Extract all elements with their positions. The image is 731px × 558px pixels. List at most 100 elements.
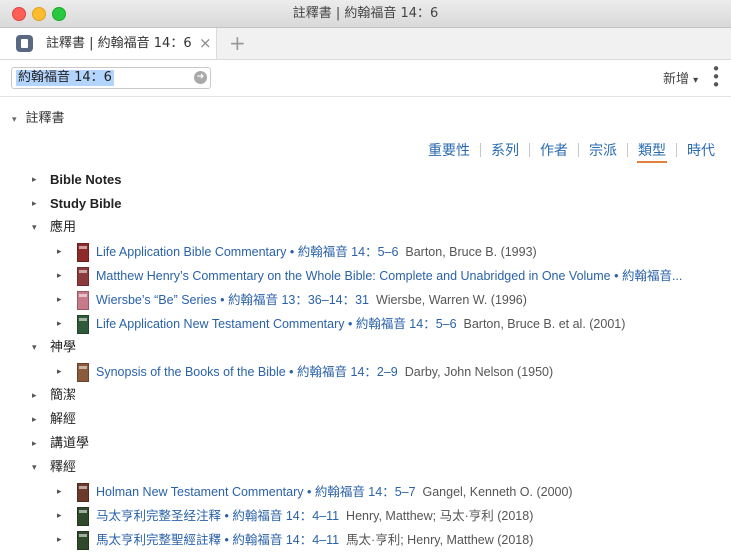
resource-row[interactable]: ▸ 馬太亨利完整聖經註釋 • 約翰福音 14：4–11 馬太·亨利; Henry,… [0, 528, 731, 552]
sort-option[interactable]: 系列 [490, 140, 520, 161]
section-header[interactable]: ▾ 註釋書 [12, 107, 65, 126]
category-label: 神學 [50, 340, 77, 355]
resource-title-link[interactable]: Wiersbe’s “Be” Series • 約翰福音 13：36–14：31… [96, 288, 713, 312]
go-arrow-icon[interactable]: ➜ [194, 71, 207, 84]
bullet-separator: • [285, 365, 298, 379]
passage-reference[interactable]: 約翰福音 14：5–7 [315, 485, 416, 499]
resource-title[interactable]: Holman New Testament Commentary [96, 485, 303, 499]
category-row[interactable]: ▾ 應用 [0, 216, 731, 240]
disclosure-expanded-icon[interactable]: ▾ [32, 336, 37, 360]
disclosure-collapsed-icon[interactable]: ▸ [57, 480, 62, 504]
category-label: 解經 [50, 412, 77, 427]
resource-row[interactable]: ▸ Life Application Bible Commentary • 約翰福… [0, 240, 731, 264]
category-row[interactable]: ▸ Study Bible [0, 192, 731, 216]
book-cover-icon [77, 291, 89, 310]
commentary-panel-icon [16, 35, 33, 52]
category-label: Bible Notes [50, 172, 122, 187]
resource-title[interactable]: 馬太亨利完整聖經註釋 [96, 533, 221, 547]
passage-reference[interactable]: 約翰福音 14：4–11 [232, 533, 339, 547]
resource-title[interactable]: 马太亨利完整圣经注释 [96, 509, 221, 523]
title-bar: 註釋書 | 約翰福音 14：6 [0, 0, 731, 28]
bullet-separator: • [303, 485, 315, 499]
sort-option[interactable]: 重要性 [427, 140, 471, 161]
disclosure-triangle-icon[interactable]: ▾ [12, 115, 17, 125]
resource-title[interactable]: Life Application New Testament Commentar… [96, 317, 345, 331]
resource-row[interactable]: ▸ Synopsis of the Books of the Bible • 約翰… [0, 360, 731, 384]
disclosure-collapsed-icon[interactable]: ▸ [57, 504, 62, 528]
disclosure-collapsed-icon[interactable]: ▸ [57, 264, 62, 288]
resource-row[interactable]: ▸ Wiersbe’s “Be” Series • 約翰福音 13：36–14：3… [0, 288, 731, 312]
sort-option[interactable]: 類型 [637, 140, 667, 163]
passage-reference[interactable]: 約翰福音 14：5–6 [356, 317, 457, 331]
resource-title[interactable]: Life Application Bible Commentary [96, 245, 286, 259]
disclosure-collapsed-icon[interactable]: ▸ [32, 192, 37, 216]
close-window-button[interactable] [12, 7, 26, 21]
resource-title-link[interactable]: 馬太亨利完整聖經註釋 • 約翰福音 14：4–11 馬太·亨利; Henry, … [96, 528, 713, 552]
category-row[interactable]: ▸ 講道學 [0, 432, 731, 456]
category-row[interactable]: ▸ 簡潔 [0, 384, 731, 408]
tab-bar: 註釋書 | 約翰福音 14：6 × + [0, 28, 731, 60]
bullet-separator: • [221, 509, 233, 523]
book-cover-icon [77, 507, 89, 526]
resource-title-link[interactable]: 马太亨利完整圣经注释 • 約翰福音 14：4–11 Henry, Matthew… [96, 504, 713, 528]
resource-title-link[interactable]: Synopsis of the Books of the Bible • 約翰福… [96, 360, 713, 384]
disclosure-collapsed-icon[interactable]: ▸ [32, 168, 37, 192]
resource-title-link[interactable]: Holman New Testament Commentary • 約翰福音 1… [96, 480, 713, 504]
disclosure-collapsed-icon[interactable]: ▸ [57, 528, 62, 552]
resource-title-link[interactable]: Life Application Bible Commentary • 約翰福音… [96, 240, 713, 264]
category-row[interactable]: ▸ Bible Notes [0, 168, 731, 192]
resource-title-link[interactable]: Life Application New Testament Commentar… [96, 312, 713, 336]
resource-author: Gangel, Kenneth O. (2000) [415, 485, 573, 499]
category-label: 釋經 [50, 460, 77, 475]
disclosure-collapsed-icon[interactable]: ▸ [32, 384, 37, 408]
tab-commentaries[interactable]: 註釋書 | 約翰福音 14：6 × [0, 28, 217, 59]
sort-option[interactable]: 時代 [686, 140, 716, 161]
resource-row[interactable]: ▸ Life Application New Testament Commenta… [0, 312, 731, 336]
resource-row[interactable]: ▸ Matthew Henry’s Commentary on the Whole… [0, 264, 731, 288]
new-tab-button[interactable]: + [229, 28, 246, 59]
book-cover-icon [77, 363, 89, 382]
resource-title[interactable]: Wiersbe’s “Be” Series [96, 293, 217, 307]
disclosure-collapsed-icon[interactable]: ▸ [57, 360, 62, 384]
sort-option[interactable]: 作者 [539, 140, 569, 161]
disclosure-collapsed-icon[interactable]: ▸ [57, 288, 62, 312]
book-cover-icon [77, 531, 89, 550]
sort-options-bar: 重要性 系列 作者 宗派 類型 時代 [427, 140, 716, 163]
passage-reference[interactable]: 約翰福音 14：2–9 [297, 365, 398, 379]
reference-input-value[interactable]: 約翰福音 14：6 [16, 70, 114, 86]
disclosure-collapsed-icon[interactable]: ▸ [57, 312, 62, 336]
section-title: 註釋書 [25, 111, 65, 126]
sort-separator [578, 143, 579, 157]
disclosure-collapsed-icon[interactable]: ▸ [57, 240, 62, 264]
passage-reference[interactable]: 約翰福音 14：5–6 [298, 245, 399, 259]
category-label: 講道學 [50, 436, 90, 451]
resource-title-link[interactable]: Matthew Henry’s Commentary on the Whole … [96, 264, 713, 288]
add-button[interactable]: 新增 ▾ [663, 68, 698, 87]
resource-row[interactable]: ▸ Holman New Testament Commentary • 約翰福音 … [0, 480, 731, 504]
passage-reference[interactable]: 約翰福音... [622, 269, 682, 283]
resource-title[interactable]: Matthew Henry’s Commentary on the Whole … [96, 269, 611, 283]
disclosure-expanded-icon[interactable]: ▾ [32, 216, 37, 240]
minimize-window-button[interactable] [32, 7, 46, 21]
disclosure-collapsed-icon[interactable]: ▸ [32, 408, 37, 432]
category-row[interactable]: ▾ 神學 [0, 336, 731, 360]
bullet-separator: • [344, 317, 356, 331]
passage-reference[interactable]: 約翰福音 13：36–14：31 [228, 293, 369, 307]
sort-separator [676, 143, 677, 157]
more-options-icon[interactable]: • • • [710, 62, 722, 93]
passage-reference[interactable]: 約翰福音 14：4–11 [232, 509, 339, 523]
tab-close-icon[interactable]: × [199, 28, 212, 59]
disclosure-collapsed-icon[interactable]: ▸ [32, 432, 37, 456]
category-row[interactable]: ▾ 釋經 [0, 456, 731, 480]
zoom-window-button[interactable] [52, 7, 66, 21]
resource-author: Barton, Bruce B. (1993) [398, 245, 537, 259]
resource-author: Barton, Bruce B. et al. (2001) [456, 317, 626, 331]
reference-input[interactable]: 約翰福音 14：6 ➜ [11, 67, 211, 89]
resource-row[interactable]: ▸ 马太亨利完整圣经注释 • 約翰福音 14：4–11 Henry, Matthe… [0, 504, 731, 528]
disclosure-expanded-icon[interactable]: ▾ [32, 456, 37, 480]
bullet-separator: • [216, 293, 228, 307]
sort-option[interactable]: 宗派 [588, 140, 618, 161]
resource-title[interactable]: Synopsis of the Books of the Bible [96, 365, 286, 379]
category-row[interactable]: ▸ 解經 [0, 408, 731, 432]
sort-separator [627, 143, 628, 157]
